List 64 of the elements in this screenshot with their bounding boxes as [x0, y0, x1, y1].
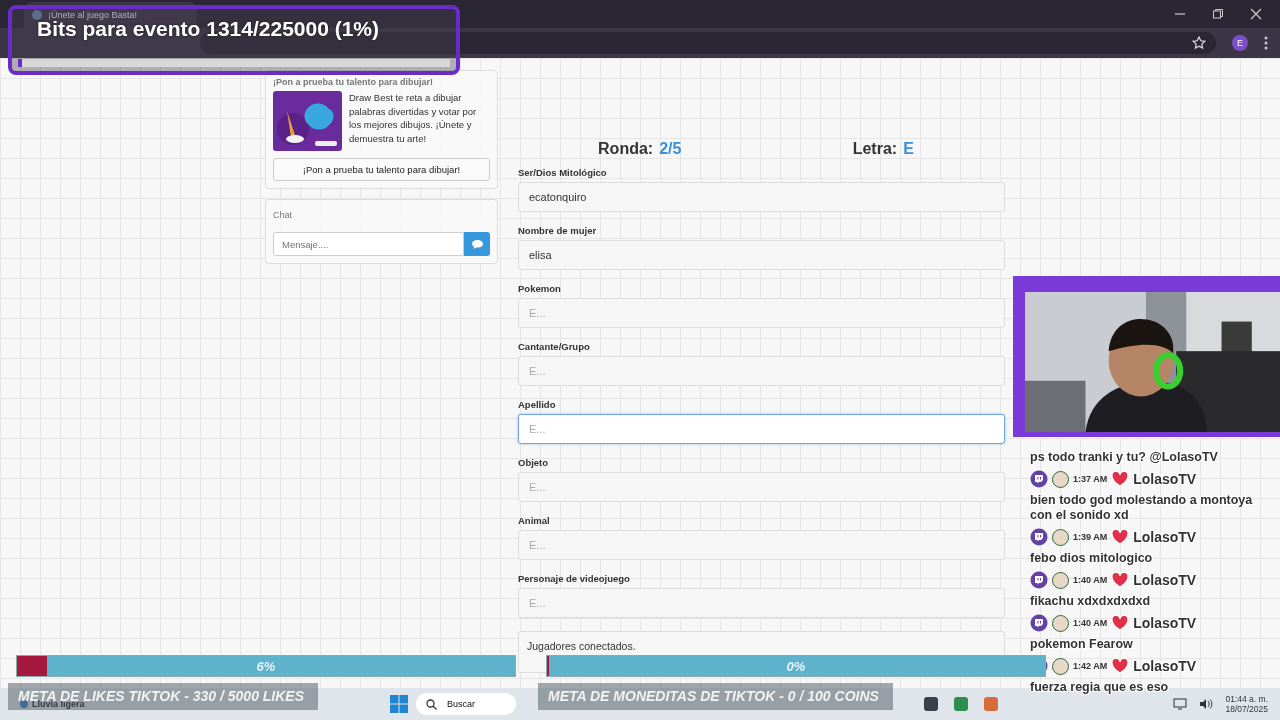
message-input[interactable]: Mensaje.... [273, 232, 464, 256]
field-label: Pokemon [518, 283, 562, 294]
heart-icon [1111, 471, 1130, 487]
field-label: Cantante/Grupo [518, 341, 591, 352]
chat-message: fikachu xdxdxdxdxd [1030, 594, 1152, 609]
chat-message: ps todo tranki y tu? @LolasoTV [1030, 450, 1219, 465]
goal-percent: 6% [255, 659, 277, 674]
promo-heading: ¡Pon a prueba tu talento para dibujar! [273, 77, 434, 87]
heart-icon [1111, 615, 1130, 631]
clock-date: 18/07/2025 [1225, 704, 1268, 714]
chat-bubble-icon [471, 239, 483, 249]
app-icon[interactable] [924, 697, 938, 711]
star-icon[interactable] [1192, 36, 1206, 50]
answer-input[interactable]: E... [518, 414, 1005, 444]
heart-icon [1111, 572, 1130, 588]
twitch-icon [1030, 528, 1048, 546]
goal-label: META DE MONEDITAS DE TIKTOK - 0 / 100 COINS [538, 683, 893, 710]
heart-icon [1111, 529, 1130, 545]
goal-percent: 0% [785, 659, 807, 674]
answer-input[interactable]: ecatonquiro [518, 182, 1005, 212]
field-label: Personaje de videojuego [518, 573, 631, 584]
send-button[interactable] [464, 232, 490, 256]
username: LolasoTV [1133, 471, 1197, 487]
profile-avatar[interactable]: E [1232, 35, 1248, 51]
chat-message: febo dios mitologico [1030, 551, 1154, 566]
field-label: Objeto [518, 457, 550, 468]
chat-message: pokemon Fearow [1030, 637, 1134, 652]
speaker-icon[interactable] [1199, 698, 1214, 710]
twitch-icon [1030, 571, 1048, 589]
message-time: 1:42 AM [1073, 661, 1108, 671]
twitch-icon [1030, 614, 1048, 632]
search-icon [426, 698, 437, 710]
chat-message: bien todo god molestando a montoya con el sonido xd [1030, 493, 1254, 523]
weather-icon [20, 700, 28, 708]
round-label: Ronda: [598, 140, 654, 158]
letter-label: Letra: [852, 140, 898, 158]
username: LolasoTV [1133, 572, 1197, 588]
close-icon[interactable] [1250, 8, 1262, 20]
field-label: Nombre de mujer [518, 225, 598, 236]
username: LolasoTV [1133, 658, 1197, 674]
chat-title: Chat [273, 210, 293, 220]
twitch-icon [1030, 470, 1048, 488]
promo-description: Draw Best te reta a dibujar palabras divertidas y votar por los mejores dibujos. ¡Únete y demuestra tu arte! [349, 91, 478, 146]
heart-icon [1111, 658, 1130, 674]
username: LolasoTV [1133, 529, 1197, 545]
round-value: 2/5 [659, 140, 682, 158]
field-label: Ser/Dios Mitológico [518, 167, 608, 178]
message-time: 1:40 AM [1073, 575, 1108, 585]
username: LolasoTV [1133, 615, 1197, 631]
field-label: Animal [518, 515, 551, 526]
draw-challenge-button[interactable]: ¡Pon a prueba tu talento para dibujar! [273, 158, 490, 181]
message-time: 1:37 AM [1073, 474, 1108, 484]
search-field[interactable]: Buscar [416, 693, 516, 715]
menu-icon[interactable] [1264, 36, 1268, 50]
letter-value: E [903, 140, 914, 158]
windows-icon[interactable] [390, 695, 408, 713]
field-label: Apellido [518, 399, 557, 410]
players-title: Jugadores conectados. [527, 640, 636, 652]
message-time: 1:39 AM [1073, 532, 1108, 542]
answer-input[interactable]: elisa [518, 240, 1005, 270]
message-time: 1:40 AM [1073, 618, 1108, 628]
clock-time: 01:44 a. m. [1225, 694, 1268, 704]
restore-icon[interactable] [1212, 8, 1224, 20]
chat-message: fuerza regia que es eso [1030, 680, 1170, 695]
